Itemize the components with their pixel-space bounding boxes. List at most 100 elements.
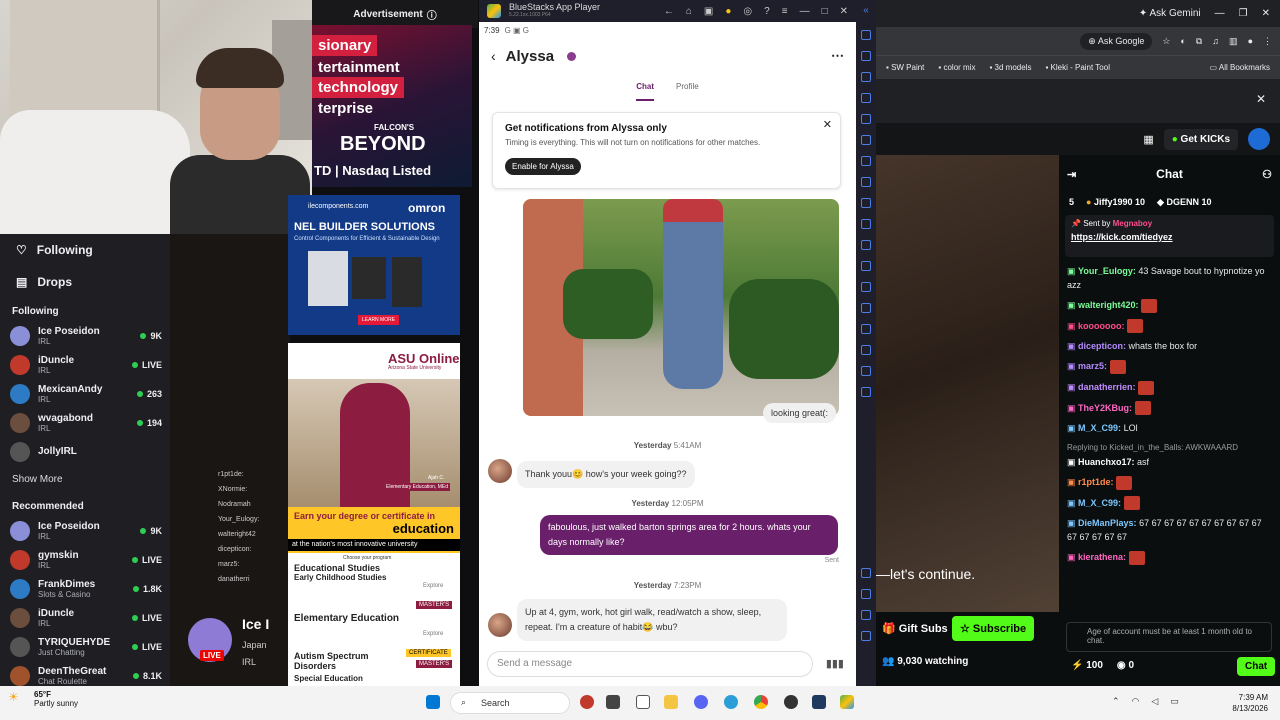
media-icon[interactable]: ♫: [1212, 36, 1219, 46]
start-button-icon[interactable]: [426, 695, 440, 709]
leader-item[interactable]: ● Jiffy1990 10: [1086, 197, 1145, 207]
pinned-link[interactable]: https://kick.com/tiedyez: [1071, 232, 1268, 242]
rotate-icon[interactable]: [861, 261, 871, 271]
split-icon[interactable]: ▥: [1229, 36, 1238, 47]
get-kicks-button[interactable]: ● Get KICKs: [1163, 128, 1238, 150]
chat-message[interactable]: ▣ TheY2KBug:: [1059, 398, 1280, 419]
close-panel-icon[interactable]: ✕: [1256, 92, 1266, 106]
gift-subs-button[interactable]: 🎁 Gift Subs: [876, 616, 954, 641]
restore-icon[interactable]: ❐: [1239, 8, 1248, 19]
all-bookmarks[interactable]: ▭ All Bookmarks: [1210, 63, 1280, 72]
record-icon[interactable]: [861, 156, 871, 166]
minimize-icon[interactable]: —: [800, 6, 810, 17]
chat-message[interactable]: ▣ M_X_C99:: [1059, 493, 1280, 514]
chat-message[interactable]: ▣ marz5:: [1059, 356, 1280, 377]
voice-message-icon[interactable]: ▮▮▮: [826, 657, 844, 670]
system-tray[interactable]: ⌃ ◠ ◁ ▭: [1112, 696, 1179, 707]
home-icon[interactable]: ⌂: [686, 6, 692, 17]
layers-icon[interactable]: [861, 345, 871, 355]
screenshot-icon[interactable]: [861, 135, 871, 145]
channel-item[interactable]: gymskin IRL LIVE: [0, 545, 170, 574]
macro-icon[interactable]: [861, 114, 871, 124]
user-avatar[interactable]: [1248, 128, 1270, 150]
android-home-icon[interactable]: [861, 610, 871, 620]
channel-item[interactable]: iDuncle IRL LIVE: [0, 350, 170, 379]
help-icon[interactable]: ?: [764, 6, 770, 17]
subscribe-button[interactable]: ☆ Subscribe: [952, 616, 1035, 641]
eco-mode-icon[interactable]: [861, 240, 871, 250]
close-notification-icon[interactable]: ✕: [823, 118, 832, 131]
library-icon[interactable]: ▦: [1143, 133, 1153, 146]
chat-message[interactable]: Replying to Kicked_in_the_Balls: AWKWAAA…: [1059, 438, 1280, 472]
nav-drops[interactable]: ▤ Drops: [0, 266, 170, 298]
kick-stream-video[interactable]: [876, 155, 1059, 686]
install-apk-icon[interactable]: [861, 177, 871, 187]
tab-profile[interactable]: Profile: [676, 73, 699, 101]
channel-points[interactable]: ⚡ 100 ◉ 0: [1071, 660, 1134, 671]
shake-icon[interactable]: [861, 282, 871, 292]
chat-message[interactable]: ▣ kierathena:: [1059, 547, 1280, 568]
chrome-icon[interactable]: [754, 695, 768, 709]
nav-following[interactable]: ♡ Following: [0, 234, 170, 266]
maximize-icon[interactable]: □: [822, 6, 828, 17]
menu-icon[interactable]: ≡: [782, 6, 788, 17]
chat-message[interactable]: ▣ dicepticon: whats the box for: [1059, 336, 1280, 356]
chat-message[interactable]: ▣ walteright420:: [1059, 295, 1280, 316]
minimize-icon[interactable]: —: [1215, 8, 1225, 19]
send-chat-button[interactable]: Chat: [1237, 657, 1276, 676]
collapse-sidebar-icon[interactable]: «: [856, 0, 876, 22]
ad-asu-online[interactable]: ASU Online Arizona State University Ajah…: [288, 343, 460, 686]
more-options-icon[interactable]: ⋯: [831, 48, 844, 64]
account-icon[interactable]: ◎: [743, 6, 752, 17]
back-icon[interactable]: ←: [664, 6, 674, 17]
extensions-puzzle-icon[interactable]: ⧉: [1196, 36, 1202, 47]
message-input[interactable]: Send a message: [487, 651, 813, 677]
app-icon[interactable]: [580, 695, 594, 709]
taskbar-clock[interactable]: 7:39 AM 8/13/2026: [1232, 692, 1268, 714]
channel-item[interactable]: JollyIRL: [0, 437, 170, 466]
channel-item[interactable]: iDuncle IRL LIVE: [0, 603, 170, 632]
profile-icon[interactable]: ●: [1248, 36, 1253, 46]
close-icon[interactable]: ✕: [840, 6, 848, 17]
channel-item[interactable]: FrankDimes Slots & Casino 1.8K: [0, 574, 170, 603]
ad-omron[interactable]: ilecomponents.com omron NEL BUILDER SOLU…: [288, 195, 460, 335]
back-arrow-icon[interactable]: ‹: [491, 48, 496, 64]
leader-item[interactable]: ◆ DGENN 10: [1157, 197, 1211, 208]
ask-google-button[interactable]: ⊕ Ask Google: [1080, 32, 1153, 50]
bookmark-kleki[interactable]: ▪ Kleki - Paint Tool: [1045, 63, 1110, 72]
bluestacks-taskbar-icon[interactable]: [840, 695, 854, 709]
sync-icon[interactable]: [861, 324, 871, 334]
chat-message[interactable]: ▣ kooooooo:: [1059, 316, 1280, 337]
channel-item[interactable]: Ice Poseidon IRL 9K: [0, 321, 170, 350]
multi-instance-icon[interactable]: [861, 219, 871, 229]
chat-message[interactable]: ▣ M_X_C99: LOl: [1059, 418, 1280, 438]
bookmark-3d-models[interactable]: ▪ 3d models: [989, 63, 1031, 72]
weather-widget[interactable]: ☀ 65°F Partly sunny: [8, 690, 78, 708]
fullscreen-icon[interactable]: [861, 30, 871, 40]
coin-icon[interactable]: ●: [725, 6, 731, 17]
kebab-menu-icon[interactable]: ⋮: [1263, 36, 1272, 47]
chat-message[interactable]: ▣ danatherrien:: [1059, 377, 1280, 398]
shared-photo[interactable]: [523, 199, 839, 416]
volume-icon[interactable]: [861, 51, 871, 61]
recent-apps-icon[interactable]: ▣: [704, 6, 713, 17]
ad-falcons-beyond[interactable]: sionary tertainment technology terprise …: [312, 25, 472, 187]
twitch-stream-preview[interactable]: [170, 234, 290, 686]
channel-item[interactable]: MexicanAndy IRL 263: [0, 379, 170, 408]
location-icon[interactable]: [861, 303, 871, 313]
tab-chat[interactable]: Chat: [636, 73, 655, 101]
android-recents-icon[interactable]: [861, 631, 871, 641]
app-icon[interactable]: [724, 695, 738, 709]
keyboard-icon[interactable]: [861, 72, 871, 82]
gamepad-icon[interactable]: [861, 93, 871, 103]
channel-item[interactable]: Ice Poseidon IRL 9K: [0, 516, 170, 545]
media-icon[interactable]: [861, 387, 871, 397]
star-icon[interactable]: ☆: [1162, 36, 1170, 47]
notepad-icon[interactable]: [636, 695, 650, 709]
channel-item[interactable]: wvagabond IRL 194: [0, 408, 170, 437]
folder-icon[interactable]: [861, 198, 871, 208]
file-explorer-icon[interactable]: [664, 695, 678, 709]
close-icon[interactable]: ✕: [1262, 8, 1270, 19]
chat-message[interactable]: ▣ DieManPlays: 67 67 67 67 67 67 67 67 6…: [1059, 513, 1280, 547]
show-more-link[interactable]: Show More: [0, 466, 170, 489]
